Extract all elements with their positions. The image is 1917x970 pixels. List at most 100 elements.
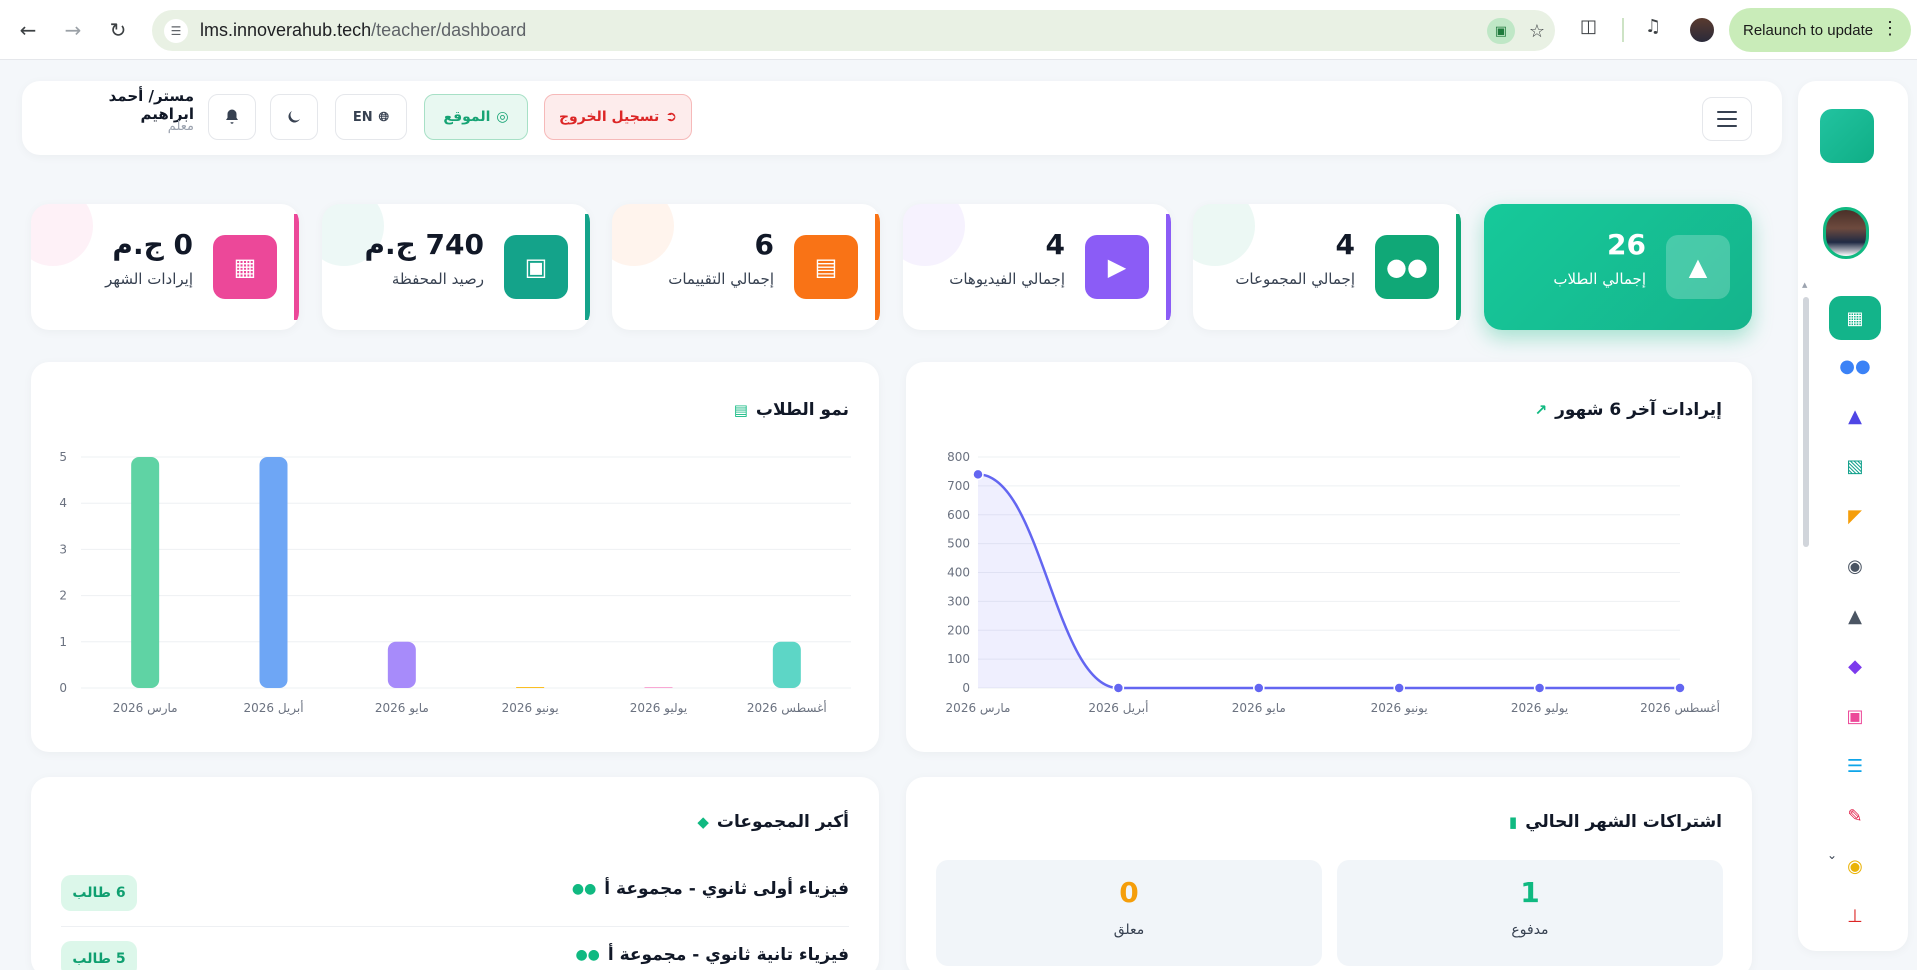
sidebar-item-views[interactable]: ◉ xyxy=(1829,544,1881,588)
stat-value: 740 ج.م xyxy=(364,228,484,261)
graduation-cap-icon: ▲ xyxy=(1848,605,1862,627)
sidebar-item-layers[interactable]: ◆ xyxy=(1829,644,1881,688)
x-tick-label: أبريل 2026 xyxy=(1088,700,1148,716)
list-item[interactable]: فيزياء أولى ثانوي - مجموعة أ ●● 6 طالب xyxy=(61,861,849,927)
url-path: /teacher/dashboard xyxy=(371,20,527,40)
coins-icon: ◉ xyxy=(1847,855,1863,877)
moon-icon xyxy=(288,111,300,123)
y-tick-label: 0 xyxy=(59,681,67,695)
sidebar-item-groups[interactable]: ●● xyxy=(1829,344,1881,388)
back-icon[interactable]: ← xyxy=(12,14,44,46)
revenue-point xyxy=(1674,682,1686,694)
stat-card: ▤ 6 إجمالي التقييمات xyxy=(612,204,880,330)
accent-bar xyxy=(1166,214,1171,320)
sidebar-scrollbar[interactable]: ▲ xyxy=(1802,281,1809,609)
url-text[interactable]: lms.innoverahub.tech/teacher/dashboard xyxy=(200,20,526,41)
menu-toggle-button[interactable] xyxy=(1702,97,1752,141)
dark-mode-toggle[interactable] xyxy=(270,94,318,140)
stat-card: ▲ 26 إجمالي الطلاب xyxy=(1484,204,1752,330)
sidebar-item-assessments[interactable]: ▣ xyxy=(1829,694,1881,738)
stat-label: إجمالي التقييمات xyxy=(668,270,774,288)
stat-card: ▶ 4 إجمالي الفيديوهات xyxy=(903,204,1171,330)
revenue-chart: 0 100 200 300 400 500 600 700 800 مارس 2026 أبريل … xyxy=(946,450,1720,716)
profile-avatar[interactable] xyxy=(1688,16,1716,44)
revenue-line xyxy=(977,473,1680,690)
sidebar-item-database[interactable]: ☰ xyxy=(1829,744,1881,788)
stat-card: ▣ 740 ج.م رصيد المحفظة xyxy=(322,204,590,330)
decorative-bubble xyxy=(903,204,965,266)
sidebar-item-exams[interactable]: ▲ xyxy=(1829,594,1881,638)
y-tick-label: 600 xyxy=(947,508,970,522)
stat-value: 6 xyxy=(754,228,774,261)
top-groups-title-text: أكبر المجموعات xyxy=(716,812,849,832)
user-role: معلم xyxy=(167,119,194,134)
x-tick-label: يوليو 2026 xyxy=(1511,701,1568,716)
bar xyxy=(131,457,160,688)
browser-toolbar: ← → ↻ ☰ lms.innoverahub.tech/teacher/das… xyxy=(0,0,1917,60)
stat-label: إجمالي المجموعات xyxy=(1235,270,1355,288)
extensions-icon[interactable]: ◫ xyxy=(1580,16,1597,37)
y-tick-label: 500 xyxy=(947,537,970,551)
avatar[interactable] xyxy=(1823,207,1869,259)
notifications-button[interactable] xyxy=(208,94,256,140)
relaunch-button[interactable]: Relaunch to update ⋮ xyxy=(1729,8,1911,52)
sidebar-item-live[interactable]: ⊥ xyxy=(1829,894,1881,938)
x-tick-label: أبريل 2026 xyxy=(243,700,303,716)
group-count-badge: 5 طالب xyxy=(61,941,137,970)
group-count-badge: 6 طالب xyxy=(61,875,137,911)
sidebar-item-design[interactable]: ✎ xyxy=(1829,794,1881,838)
app-header: مستر/ أحمد ابراهيم معلم EN 🌐︎ ◎ الموقع ➲… xyxy=(22,81,1782,155)
sidebar-item-courses[interactable]: ▧ xyxy=(1829,444,1881,488)
media-control-icon[interactable]: ♫ xyxy=(1645,16,1661,37)
stat-card: ▦ 0 ج.م إيرادات الشهر xyxy=(31,204,299,330)
x-tick-label: يونيو 2026 xyxy=(502,701,559,716)
more-menu-icon[interactable]: ⋮ xyxy=(1881,18,1899,39)
relaunch-label: Relaunch to update xyxy=(1743,21,1874,39)
language-button[interactable]: EN 🌐︎ xyxy=(335,94,407,140)
install-app-icon[interactable]: ▣ xyxy=(1486,18,1515,44)
group-name: فيزياء أولى ثانوي - مجموعة أ ●● xyxy=(572,879,849,899)
broadcast-icon: ⊥ xyxy=(1847,905,1863,927)
toolbar-divider xyxy=(1622,18,1624,42)
accent-bar xyxy=(1456,214,1461,320)
site-info-icon[interactable]: ☰ xyxy=(164,18,188,43)
bookmark-star-icon[interactable]: ☆ xyxy=(1529,21,1545,42)
accent-bar xyxy=(294,214,299,320)
sidebar-item-dashboard[interactable]: ▦ xyxy=(1829,296,1881,340)
y-tick-label: 1 xyxy=(59,635,67,649)
reload-icon[interactable]: ↻ xyxy=(102,14,134,46)
website-button[interactable]: ◎ الموقع xyxy=(424,94,528,140)
list-item[interactable]: فيزياء تانية ثانوي - مجموعة أ ●● 5 طالب xyxy=(61,927,849,970)
pending-label: معلق xyxy=(1113,922,1145,938)
globe-icon: ◎ xyxy=(496,109,509,125)
stat-label: إجمالي الفيديوهات xyxy=(949,270,1065,288)
forward-icon[interactable]: → xyxy=(57,14,89,46)
user-name: مستر/ أحمد ابراهيم xyxy=(108,87,194,123)
decorative-bubble xyxy=(612,204,674,266)
accent-bar xyxy=(585,214,590,320)
y-tick-label: 100 xyxy=(947,652,970,666)
growth-chart: 0 1 2 3 4 5 مارس 2026 أبريل 2026 مايو 2026 يونيو … xyxy=(59,450,851,716)
sidebar-item-students[interactable]: ▲ xyxy=(1829,394,1881,438)
sidebar-item-payments[interactable]: ◉ xyxy=(1829,844,1881,888)
logout-button[interactable]: ➲ تسجيل الخروج xyxy=(544,94,692,140)
revenue-chart-panel: إيرادات آخر 6 شهور ↗ 0 100 200 300 400 500 600… xyxy=(906,362,1752,752)
y-tick-label: 4 xyxy=(59,496,67,510)
revenue-point xyxy=(1253,682,1265,694)
y-tick-label: 3 xyxy=(59,542,67,556)
stat-label: إجمالي الطلاب xyxy=(1553,270,1646,288)
language-label: EN xyxy=(352,109,373,125)
grid-icon: ▦ xyxy=(1846,307,1864,329)
x-tick-label: مارس 2026 xyxy=(113,701,178,716)
clipboard-icon: ▣ xyxy=(1846,705,1864,727)
wallet-icon: ▣ xyxy=(504,235,568,299)
y-tick-label: 5 xyxy=(59,450,67,464)
address-bar[interactable]: ☰ lms.innoverahub.tech/teacher/dashboard… xyxy=(152,10,1555,51)
subscriptions-title: اشتراكات الشهر الحالي ▮ xyxy=(1509,812,1722,832)
stat-label: رصيد المحفظة xyxy=(391,270,484,288)
revenue-point xyxy=(972,468,984,481)
y-tick-label: 0 xyxy=(962,681,970,695)
sidebar-item-files[interactable]: ◤ xyxy=(1829,494,1881,538)
y-tick-label: 2 xyxy=(59,589,67,603)
logo[interactable] xyxy=(1820,109,1874,163)
